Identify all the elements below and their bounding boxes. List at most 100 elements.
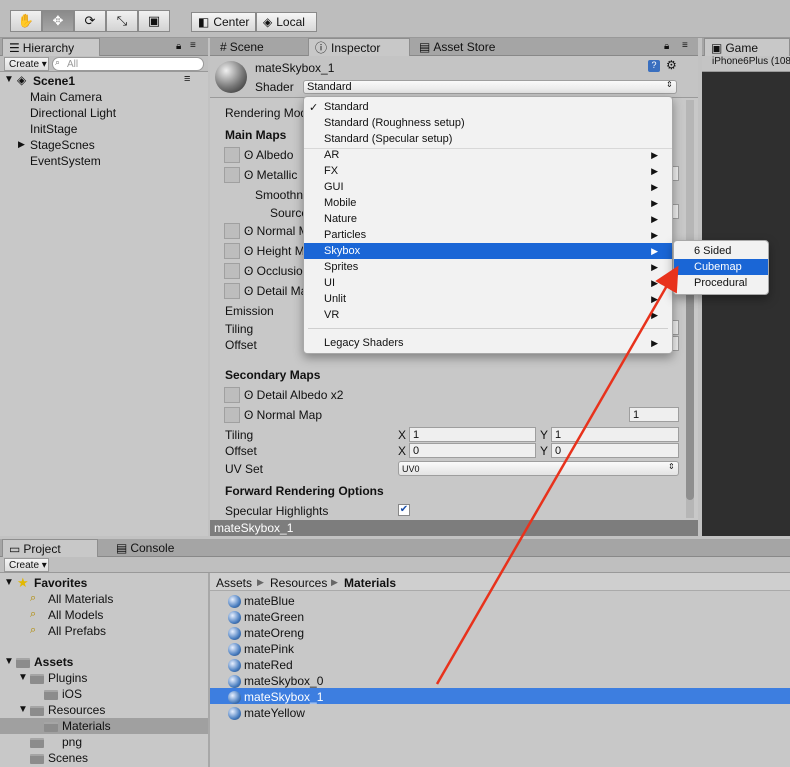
favorite-all-materials[interactable]: All Materials: [48, 592, 113, 606]
menu-item-sprites[interactable]: Sprites ▶: [304, 259, 672, 275]
menu-item-gui[interactable]: GUI ▶: [304, 179, 672, 195]
tab-project[interactable]: ▭ Project: [2, 539, 98, 557]
menu-item-fx[interactable]: FX ▶: [304, 163, 672, 179]
submenu-item-procedural[interactable]: Procedural: [674, 275, 768, 291]
menu-item-standard-roughness[interactable]: Standard (Roughness setup): [304, 115, 672, 131]
menu-item-unlit[interactable]: Unlit ▶: [304, 291, 672, 307]
panel-menu-icon[interactable]: ≡: [190, 40, 196, 51]
breadcrumb-materials[interactable]: Materials: [344, 576, 396, 590]
scale-icon[interactable]: ⤡: [106, 10, 138, 32]
ios-folder[interactable]: iOS: [62, 687, 82, 701]
project-splitter[interactable]: [208, 573, 210, 767]
hierarchy-create-button[interactable]: Create ▾: [4, 57, 49, 71]
tab-asset-store[interactable]: ▤ Asset Store: [413, 38, 513, 56]
scenes-folder[interactable]: Scenes: [48, 751, 88, 765]
pivot-center-button[interactable]: ◧ Center: [191, 12, 256, 32]
menu-item-mobile[interactable]: Mobile ▶: [304, 195, 672, 211]
offset2-x-field[interactable]: 0: [409, 443, 536, 458]
hierarchy-item-stagescnes[interactable]: StageScnes: [30, 138, 95, 152]
breadcrumb-assets[interactable]: Assets: [216, 576, 252, 590]
tab-console[interactable]: ▤ Console: [110, 539, 200, 557]
console-icon: ▤: [116, 541, 128, 555]
menu-item-particles[interactable]: Particles ▶: [304, 227, 672, 243]
favorites-heading[interactable]: Favorites: [34, 576, 87, 590]
uv-set-dropdown[interactable]: UV0: [398, 461, 679, 476]
gear-icon[interactable]: ⚙: [666, 58, 677, 72]
menu-item-nature[interactable]: Nature ▶: [304, 211, 672, 227]
metallic-texture-slot[interactable]: [224, 167, 240, 183]
hand-icon[interactable]: ✋: [10, 10, 42, 32]
breadcrumb-resources[interactable]: Resources: [270, 576, 327, 590]
specular-highlights-checkbox[interactable]: ✔: [398, 504, 410, 516]
folder-icon: [30, 674, 47, 687]
tab-hierarchy[interactable]: ☰ Hierarchy: [2, 38, 100, 56]
offset2-y-field[interactable]: 0: [551, 443, 679, 458]
shader-dropdown[interactable]: Standard: [303, 80, 677, 94]
list-item[interactable]: mateYellow: [228, 705, 305, 721]
tab-game[interactable]: ▣ Game: [704, 38, 790, 56]
tiling2-x-field[interactable]: 1: [409, 427, 536, 442]
list-item[interactable]: mateRed: [228, 657, 293, 673]
lock-icon[interactable]: 🔒︎: [664, 41, 669, 52]
plugins-folder[interactable]: Plugins: [48, 671, 87, 685]
list-item[interactable]: mateSkybox_1: [228, 689, 323, 705]
asset-name: mateGreen: [244, 610, 305, 624]
submenu-item-cubemap[interactable]: Cubemap: [674, 259, 768, 275]
menu-item-standard-specular[interactable]: Standard (Specular setup): [304, 131, 672, 147]
assets-folder[interactable]: Assets: [34, 655, 73, 669]
expand-arrow-icon[interactable]: ▼: [18, 672, 28, 683]
favorite-all-prefabs[interactable]: All Prefabs: [48, 624, 106, 638]
menu-item-label: VR: [324, 309, 340, 321]
list-item[interactable]: matePink: [228, 641, 294, 657]
list-item[interactable]: mateSkybox_0: [228, 673, 323, 689]
menu-item-vr[interactable]: VR ▶: [304, 307, 672, 323]
expand-arrow-icon[interactable]: ▼: [4, 577, 14, 588]
scene-menu-icon[interactable]: ≡: [184, 73, 190, 85]
normal-map-slot[interactable]: [224, 223, 240, 239]
collapsed-arrow-icon[interactable]: ▶: [18, 139, 25, 150]
detail-mask-slot[interactable]: [224, 283, 240, 299]
menu-item-standard[interactable]: ✓ Standard: [304, 99, 672, 115]
game-resolution-dropdown[interactable]: iPhone6Plus (108: [702, 56, 790, 72]
list-item[interactable]: mateOreng: [228, 625, 304, 641]
favorite-all-models[interactable]: All Models: [48, 608, 103, 622]
panel-menu-icon[interactable]: ≡: [682, 40, 688, 51]
project-create-button[interactable]: Create ▾: [4, 558, 49, 572]
hierarchy-item-eventsystem[interactable]: EventSystem: [30, 154, 101, 168]
normal-scale-field[interactable]: 1: [629, 407, 679, 422]
move-icon[interactable]: ✥: [42, 10, 74, 32]
scene-name[interactable]: Scene1: [33, 74, 75, 88]
tab-inspector[interactable]: ⓘ Inspector: [308, 38, 410, 56]
menu-item-skybox[interactable]: Skybox ▶: [304, 243, 672, 259]
inspector-scrollbar-thumb[interactable]: [686, 290, 694, 500]
list-item[interactable]: mateBlue: [228, 593, 295, 609]
material-icon: [228, 626, 241, 640]
hierarchy-item-main-camera[interactable]: Main Camera: [30, 90, 102, 104]
resources-folder[interactable]: Resources: [48, 703, 105, 717]
menu-item-legacy-shaders[interactable]: Legacy Shaders ▶: [304, 335, 672, 351]
list-item[interactable]: mateGreen: [228, 609, 304, 625]
pivot-local-button[interactable]: ◈ Local: [256, 12, 317, 32]
expand-arrow-icon[interactable]: ▼: [4, 656, 14, 667]
secondary-normal-slot[interactable]: [224, 407, 240, 423]
expand-arrow-icon[interactable]: ▼: [4, 74, 14, 85]
tiling2-y-field[interactable]: 1: [551, 427, 679, 442]
rect-tool-icon[interactable]: ▣: [138, 10, 170, 32]
submenu-item-6-sided[interactable]: 6 Sided: [674, 243, 768, 259]
menu-item-ui[interactable]: UI ▶: [304, 275, 672, 291]
materials-folder[interactable]: Materials: [62, 719, 111, 733]
hierarchy-item-initstage[interactable]: InitStage: [30, 122, 77, 136]
expand-arrow-icon[interactable]: ▼: [18, 704, 28, 715]
menu-item-ar[interactable]: AR ▶: [304, 147, 672, 163]
detail-albedo-slot[interactable]: [224, 387, 240, 403]
help-icon[interactable]: ?: [648, 60, 660, 72]
tab-scene[interactable]: # Scene: [214, 38, 306, 56]
lock-icon[interactable]: 🔒︎: [176, 41, 181, 52]
height-map-slot[interactable]: [224, 243, 240, 259]
hierarchy-search-input[interactable]: All: [52, 57, 204, 71]
png-folder[interactable]: png: [62, 735, 82, 749]
rotate-icon[interactable]: ⟳: [74, 10, 106, 32]
occlusion-slot[interactable]: [224, 263, 240, 279]
albedo-texture-slot[interactable]: [224, 147, 240, 163]
hierarchy-item-directional-light[interactable]: Directional Light: [30, 106, 116, 120]
